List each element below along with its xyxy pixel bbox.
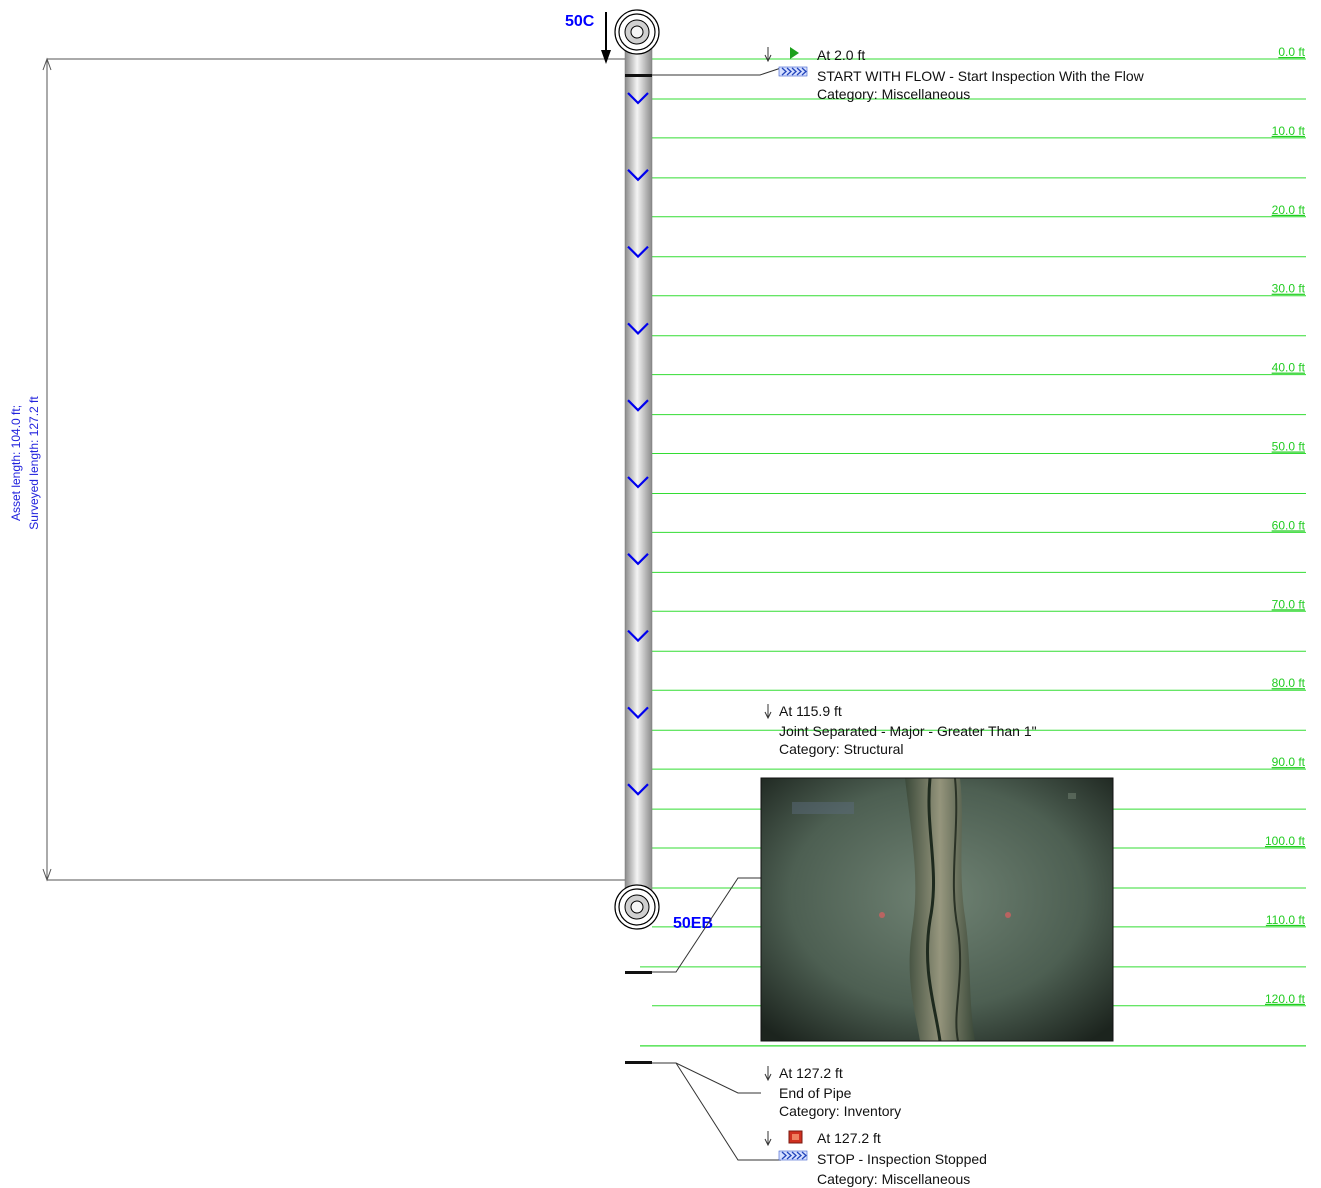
flow-chevrons-icon bbox=[778, 1150, 808, 1161]
observation-position: At 115.9 ft bbox=[779, 703, 842, 719]
observation-end-of-pipe[interactable]: At 127.2 ft End of Pipe Category: Invent… bbox=[652, 1062, 901, 1119]
flow-chevrons-icon bbox=[778, 66, 808, 77]
start-mark bbox=[625, 74, 652, 77]
scale-label: 90.0 ft bbox=[1272, 755, 1306, 769]
scale-label: 80.0 ft bbox=[1272, 676, 1306, 690]
inspection-photo[interactable] bbox=[760, 777, 1114, 1042]
observation-category: Category: Inventory bbox=[779, 1103, 901, 1119]
observation-category: Category: Miscellaneous bbox=[817, 86, 970, 102]
scale-label: 10.0 ft bbox=[1272, 124, 1306, 138]
scale-label: 120.0 ft bbox=[1265, 992, 1306, 1006]
scale-label: 70.0 ft bbox=[1272, 597, 1306, 611]
scale-label: 110.0 ft bbox=[1266, 913, 1306, 927]
observation-position: At 127.2 ft bbox=[817, 1130, 881, 1146]
small-down-arrow-icon bbox=[764, 1131, 772, 1147]
scale-label: 30.0 ft bbox=[1272, 282, 1306, 296]
scale-label: 0.0 ft bbox=[1278, 45, 1305, 59]
scale-labels: 0.0 ft 10.0 ft 20.0 ft 30.0 ft 40.0 ft 50.0 f… bbox=[1265, 45, 1306, 1006]
observation-category: Category: Structural bbox=[779, 741, 904, 757]
observation-description: STOP - Inspection Stopped bbox=[817, 1151, 987, 1167]
observation-description: Joint Separated - Major - Greater Than 1… bbox=[779, 723, 1037, 739]
observation-category: Category: Miscellaneous bbox=[817, 1171, 970, 1187]
upstream-manhole-icon bbox=[614, 9, 660, 55]
downstream-manhole-icon bbox=[614, 884, 660, 930]
joint-mark bbox=[625, 971, 652, 974]
scale-label: 50.0 ft bbox=[1272, 440, 1306, 454]
dimension-line: Asset length: 104.0 ft; Surveyed length:… bbox=[9, 57, 625, 882]
downstream-node-label: 50EB bbox=[673, 915, 713, 932]
observation-description: START WITH FLOW - Start Inspection With … bbox=[817, 68, 1145, 84]
observation-position: At 2.0 ft bbox=[817, 47, 865, 63]
small-down-arrow-icon bbox=[764, 704, 772, 720]
stop-square-icon bbox=[788, 1130, 803, 1144]
observation-position: At 127.2 ft bbox=[779, 1065, 843, 1081]
scale-label: 60.0 ft bbox=[1272, 518, 1306, 532]
observation-stop[interactable]: At 127.2 ft STOP - Inspection Stopped Ca… bbox=[675, 1062, 987, 1187]
end-mark bbox=[625, 1061, 652, 1064]
observation-description: End of Pipe bbox=[779, 1085, 852, 1101]
scale-label: 40.0 ft bbox=[1272, 361, 1306, 375]
start-flag-icon bbox=[790, 47, 799, 59]
flow-in-arrow-icon bbox=[601, 12, 611, 64]
observation-joint-separated[interactable]: At 115.9 ft Joint Separated - Major - Gr… bbox=[652, 703, 1114, 1042]
surveyed-length-label: Surveyed length: 127.2 ft bbox=[27, 396, 41, 530]
observation-start[interactable]: At 2.0 ft START WITH FLOW - Start Inspec… bbox=[652, 47, 1145, 102]
pipe-inspection-diagram: 0.0 ft 10.0 ft 20.0 ft 30.0 ft 40.0 ft 50.0 f… bbox=[9, 9, 1306, 1187]
small-down-arrow-icon bbox=[764, 1066, 772, 1082]
upstream-node-label: 50C bbox=[565, 13, 595, 30]
scale-label: 20.0 ft bbox=[1272, 203, 1306, 217]
asset-length-label: Asset length: 104.0 ft; bbox=[9, 405, 23, 521]
pipe bbox=[624, 35, 653, 911]
scale-label: 100.0 ft bbox=[1265, 834, 1306, 848]
